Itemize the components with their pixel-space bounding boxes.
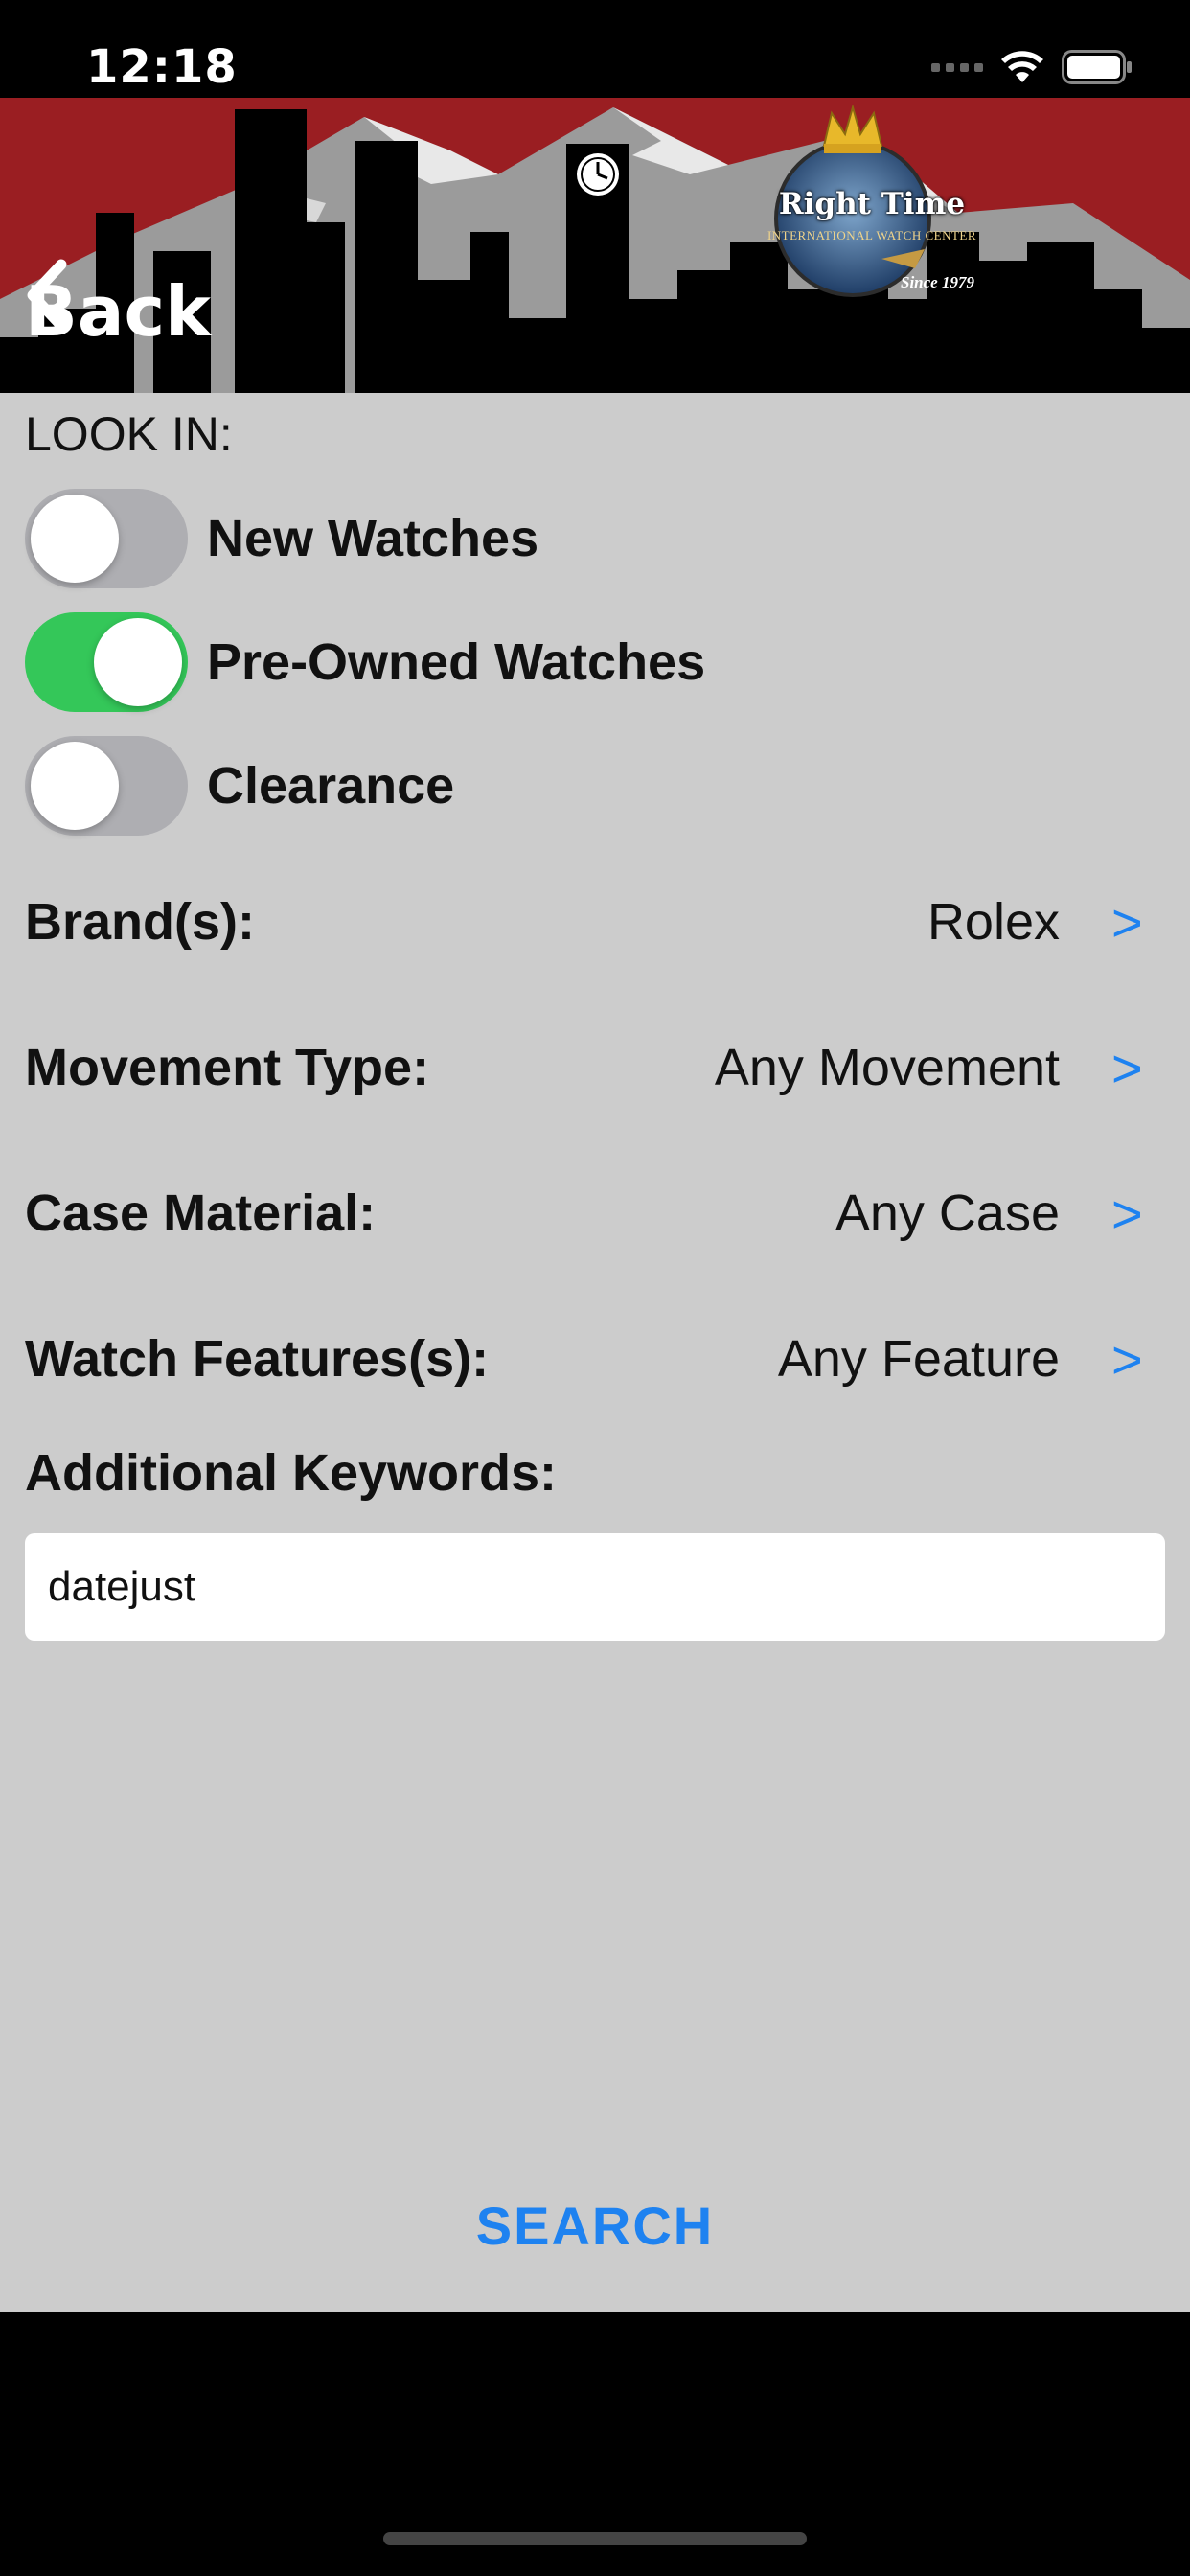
movement-type-label: Movement Type: — [25, 1039, 430, 1096]
logo-name: Right Time — [778, 187, 966, 221]
brand-value: Rolex — [927, 893, 1060, 951]
chevron-right-icon[interactable]: > — [1111, 891, 1165, 954]
logo-since: Since 1979 — [901, 273, 974, 291]
toggle-knob — [31, 742, 119, 830]
chevron-right-icon[interactable]: > — [1111, 1328, 1165, 1391]
watch-features-label: Watch Features(s): — [25, 1330, 490, 1388]
look-in-label: LOOK IN: — [25, 407, 233, 461]
new-watches-toggle[interactable] — [25, 489, 188, 588]
clearance-label: Clearance — [207, 757, 455, 815]
toggle-knob — [94, 618, 182, 706]
back-button[interactable]: Back — [25, 259, 211, 364]
wifi-icon — [1001, 51, 1043, 82]
toggle-row-clearance: Clearance — [25, 736, 454, 836]
status-icons — [931, 50, 1133, 84]
case-material-value: Any Case — [835, 1184, 1060, 1242]
case-material-label: Case Material: — [25, 1184, 377, 1242]
additional-keywords-input[interactable] — [25, 1533, 1165, 1641]
status-bar: 12:18 — [0, 0, 1190, 98]
pre-owned-watches-toggle[interactable] — [25, 612, 188, 712]
watch-features-filter-row[interactable]: Watch Features(s): Any Feature > — [25, 1311, 1165, 1407]
watch-features-value: Any Feature — [777, 1330, 1060, 1388]
pre-owned-watches-label: Pre-Owned Watches — [207, 633, 706, 691]
chevron-right-icon[interactable]: > — [1111, 1037, 1165, 1099]
additional-keywords-label: Additional Keywords: — [25, 1444, 558, 1502]
cellular-signal-icon — [931, 62, 983, 72]
search-form: LOOK IN: New Watches Pre-Owned Watches C… — [0, 393, 1190, 2312]
toggle-row-new-watches: New Watches — [25, 489, 538, 588]
logo-subtitle: INTERNATIONAL WATCH CENTER — [767, 228, 977, 242]
clearance-toggle[interactable] — [25, 736, 188, 836]
right-time-logo: Right Time INTERNATIONAL WATCH CENTER Si… — [757, 105, 987, 302]
case-material-filter-row[interactable]: Case Material: Any Case > — [25, 1165, 1165, 1261]
home-indicator[interactable] — [383, 2532, 807, 2545]
battery-icon — [1062, 50, 1132, 84]
header-banner: Right Time INTERNATIONAL WATCH CENTER Si… — [0, 98, 1190, 393]
new-watches-label: New Watches — [207, 510, 539, 567]
chevron-right-icon[interactable]: > — [1111, 1183, 1165, 1245]
movement-type-filter-row[interactable]: Movement Type: Any Movement > — [25, 1020, 1165, 1116]
movement-type-value: Any Movement — [714, 1039, 1060, 1096]
toggle-row-pre-owned: Pre-Owned Watches — [25, 612, 705, 712]
toggle-knob — [31, 494, 119, 583]
status-time: 12:18 — [86, 40, 238, 94]
brand-filter-row[interactable]: Brand(s): Rolex > — [25, 874, 1165, 970]
brand-label: Brand(s): — [25, 893, 255, 951]
chevron-left-icon — [27, 259, 67, 332]
search-button[interactable]: SEARCH — [0, 2195, 1190, 2257]
